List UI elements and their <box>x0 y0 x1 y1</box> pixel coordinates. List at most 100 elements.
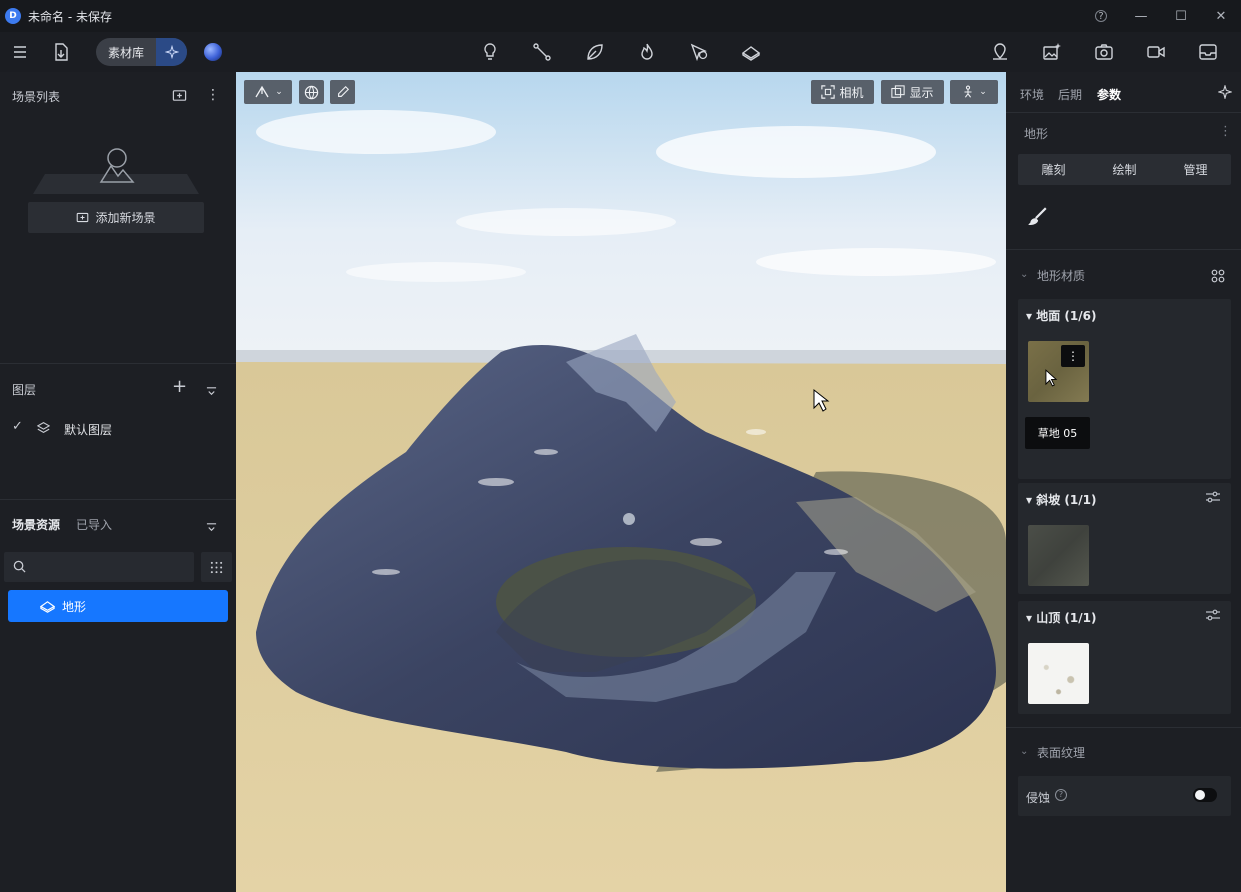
chevron-down-icon: ⌄ <box>979 87 987 97</box>
camera-icon[interactable] <box>1087 32 1121 72</box>
transform-gizmo-button[interactable]: ⌄ <box>244 80 292 104</box>
flame-icon[interactable] <box>630 32 664 72</box>
location-pin-icon[interactable] <box>983 32 1017 72</box>
peak-material-card: ▾ 山顶 (1/1) <box>1018 601 1231 714</box>
display-settings-button[interactable]: 显示 <box>881 80 944 104</box>
terrain-material-title: 地形材质 <box>1037 269 1086 283</box>
slope-material-title[interactable]: ▾ 斜坡 (1/1) <box>1026 491 1096 508</box>
tab-parameters[interactable]: 参数 <box>1097 86 1121 103</box>
material-sphere-icon[interactable] <box>204 43 222 61</box>
add-layer-icon[interactable]: + <box>172 378 187 396</box>
tab-environment[interactable]: 环境 <box>1020 86 1044 103</box>
video-icon[interactable] <box>1139 32 1173 72</box>
material-library-label: 素材库 <box>107 45 144 60</box>
erosion-label: 侵蚀 <box>1026 791 1051 805</box>
add-scene-icon[interactable] <box>172 88 187 107</box>
layers-title: 图层 <box>12 383 37 397</box>
sparkle-icon[interactable] <box>156 38 187 66</box>
material-tooltip: 草地 05 <box>1025 417 1090 449</box>
close-button[interactable]: ✕ <box>1201 9 1241 24</box>
pointer-plus-icon[interactable] <box>682 32 716 72</box>
leaf-icon[interactable] <box>578 32 612 72</box>
erosion-toggle[interactable] <box>1193 788 1217 802</box>
tab-manage[interactable]: 管理 <box>1160 154 1231 185</box>
section-divider <box>0 499 236 500</box>
peak-material-title[interactable]: ▾ 山顶 (1/1) <box>1026 609 1096 626</box>
tab-sculpt[interactable]: 雕刻 <box>1018 154 1089 185</box>
globe-icon[interactable] <box>299 80 324 104</box>
file-import-icon[interactable] <box>44 32 78 72</box>
material-library-button[interactable]: 素材库 <box>96 38 187 66</box>
add-new-scene-label: 添加新场景 <box>95 211 156 225</box>
help-icon[interactable]: ? <box>1055 789 1067 801</box>
navigation-mode-button[interactable]: ⌄ <box>950 80 998 104</box>
path-icon[interactable] <box>525 32 559 72</box>
chevron-down-icon[interactable]: ⌄ <box>1020 269 1028 280</box>
tab-post-processing[interactable]: 后期 <box>1058 86 1082 103</box>
section-divider <box>1006 249 1241 250</box>
terrain-section-title: 地形 <box>1024 127 1049 141</box>
slope-texture-thumbnail[interactable] <box>1028 525 1089 586</box>
material-grid-icon[interactable] <box>1211 268 1225 287</box>
bulb-icon[interactable] <box>473 32 507 72</box>
axis-icon <box>255 85 269 98</box>
focus-frame-icon <box>821 85 836 99</box>
thumbnail-menu-icon[interactable]: ⋮ <box>1061 345 1085 367</box>
maximize-button[interactable]: ☐ <box>1161 9 1201 24</box>
default-layer-label: 默认图层 <box>64 423 113 437</box>
empty-scene-illustration <box>31 146 201 196</box>
asset-item-terrain[interactable]: 地形 <box>8 590 228 622</box>
chevron-down-icon: ⌄ <box>275 87 283 97</box>
brush-icon[interactable] <box>1026 206 1048 232</box>
grid-view-icon[interactable] <box>201 552 232 582</box>
terrain-render[interactable] <box>236 72 1006 892</box>
app-logo-icon: D <box>5 8 21 24</box>
more-options-icon[interactable]: ⋮ <box>1219 124 1232 139</box>
window-title: 未命名 - 未保存 <box>28 9 112 24</box>
slope-material-card: ▾ 斜坡 (1/1) <box>1018 483 1231 594</box>
search-icon <box>13 560 26 573</box>
eyedropper-icon[interactable] <box>330 80 355 104</box>
terrain-tools-tabs: 雕刻 绘制 管理 <box>1018 154 1231 185</box>
asset-search-input[interactable] <box>4 552 194 582</box>
app-window: D 未命名 - 未保存 ? — ☐ ✕ 素材库 场景列表 ⋮ 添加新场景 图层 … <box>0 0 1241 892</box>
main-toolbar: 素材库 <box>0 32 1241 72</box>
peak-texture-thumbnail[interactable] <box>1028 643 1089 704</box>
display-button-label: 显示 <box>909 85 934 100</box>
ground-material-card: ▾ 地面 (1/6) ⋮ <box>1018 299 1231 479</box>
right-panel: 环境 后期 参数 地形 ⋮ 雕刻 绘制 管理 ⌄ 地形材质 ▾ 地面 (1/6)… <box>1006 72 1241 892</box>
layer-row-default[interactable]: ✓ 默认图层 <box>0 416 236 440</box>
minimize-button[interactable]: — <box>1121 9 1161 24</box>
sparkle-icon[interactable] <box>1217 84 1233 103</box>
menu-icon[interactable] <box>3 32 37 72</box>
tab-paint[interactable]: 绘制 <box>1089 154 1160 185</box>
inbox-icon[interactable] <box>1191 32 1225 72</box>
adjust-sliders-icon[interactable] <box>1205 491 1221 506</box>
ground-material-title[interactable]: ▾ 地面 (1/6) <box>1026 307 1096 324</box>
section-divider <box>0 363 236 364</box>
add-new-scene-button[interactable]: 添加新场景 <box>28 202 204 233</box>
more-options-icon[interactable]: ⋮ <box>206 88 220 102</box>
check-icon[interactable]: ✓ <box>12 419 23 434</box>
tab-scene-assets[interactable]: 场景资源 <box>12 516 60 533</box>
3d-viewport[interactable]: ⌄ 相机 显示 ⌄ <box>236 72 1006 892</box>
filter-icon[interactable] <box>206 382 217 401</box>
ground-texture-thumbnail[interactable]: ⋮ <box>1028 341 1089 402</box>
image-sparkle-icon[interactable] <box>1035 32 1069 72</box>
help-icon[interactable]: ? <box>1095 10 1107 22</box>
terrain-layer-icon[interactable] <box>734 32 768 72</box>
left-panel: 场景列表 ⋮ 添加新场景 图层 + ✓ 默认图层 场景资源 已导入 地形 <box>0 72 236 892</box>
filter-icon[interactable] <box>206 518 217 537</box>
surface-texture-title: 表面纹理 <box>1037 746 1086 760</box>
adjust-sliders-icon[interactable] <box>1205 609 1221 624</box>
layers-icon <box>37 422 50 433</box>
tab-imported[interactable]: 已导入 <box>76 516 112 533</box>
person-walk-icon <box>964 85 972 98</box>
camera-settings-button[interactable]: 相机 <box>811 80 874 104</box>
chevron-down-icon[interactable]: ⌄ <box>1020 746 1028 757</box>
display-icon <box>891 85 906 98</box>
add-scene-button-icon <box>77 212 89 223</box>
camera-button-label: 相机 <box>839 85 864 100</box>
terrain-item-label: 地形 <box>62 599 87 614</box>
erosion-row: 侵蚀 ? <box>1018 776 1231 816</box>
